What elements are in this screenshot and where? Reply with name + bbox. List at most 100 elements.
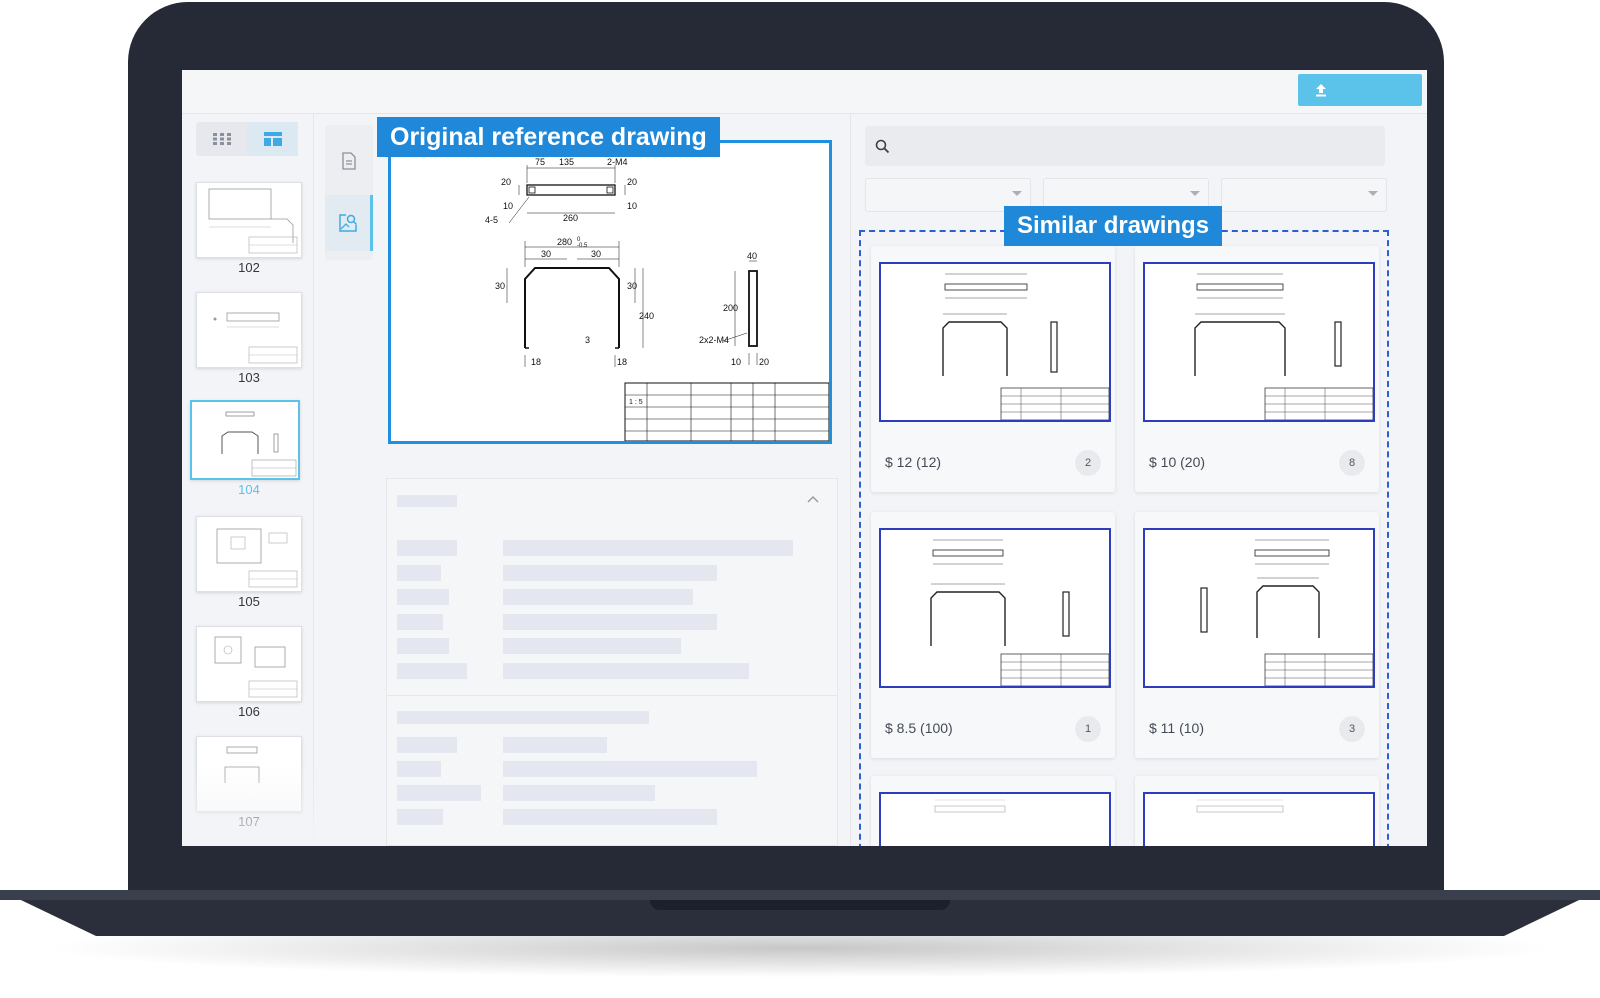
svg-text:10: 10 — [503, 201, 513, 211]
svg-text:40: 40 — [747, 251, 757, 261]
skeleton-bar — [397, 809, 443, 825]
page-thumbnails: 102 103 104 105 106 107 — [182, 114, 314, 846]
result-drawing — [879, 792, 1111, 846]
svg-text:30: 30 — [591, 249, 601, 259]
document-mode-button[interactable] — [325, 133, 373, 189]
search-input[interactable] — [898, 138, 1358, 154]
similar-results: $ 12 (12) 2 $ 10 (20) 8 $ 8.5 (100) 1 $ … — [859, 230, 1389, 846]
divider — [387, 695, 837, 696]
thumbnail-drawing — [221, 411, 297, 477]
skeleton-bar — [503, 785, 655, 801]
svg-text:20: 20 — [501, 177, 511, 187]
result-card[interactable]: $ 10 (20) 8 — [1135, 246, 1379, 492]
skeleton-bar — [503, 614, 717, 630]
skeleton-bar — [397, 761, 441, 777]
thumbnail-104[interactable] — [190, 400, 300, 480]
top-bar — [182, 70, 1427, 114]
thumbnail-106[interactable] — [196, 626, 302, 702]
thumbnail-105[interactable] — [196, 516, 302, 592]
result-count-badge: 1 — [1075, 716, 1101, 742]
image-search-mode-button[interactable] — [325, 195, 373, 251]
result-card[interactable]: $ 8.5 (100) 1 — [871, 512, 1115, 758]
result-price: $ 12 (12) — [885, 454, 942, 470]
svg-text:200: 200 — [723, 303, 738, 313]
skeleton-bar — [503, 761, 757, 777]
original-drawing-label: Original reference drawing — [377, 117, 720, 157]
skeleton-bar — [503, 638, 681, 654]
result-price: $ 8.5 (100) — [885, 720, 953, 736]
thumbnail-102[interactable] — [196, 182, 302, 258]
result-drawing — [879, 528, 1111, 688]
result-drawing — [1143, 262, 1375, 422]
skeleton-bar — [397, 565, 441, 581]
svg-text:260: 260 — [563, 213, 578, 223]
result-card[interactable] — [1135, 776, 1379, 846]
thumbnail-label: 106 — [238, 704, 260, 719]
svg-text:4-5: 4-5 — [485, 215, 498, 225]
chevron-up-icon[interactable] — [807, 495, 819, 503]
skeleton-bar — [397, 663, 467, 679]
skeleton-bar — [503, 663, 749, 679]
thumbnail-drawing — [213, 312, 298, 364]
result-card[interactable]: $ 12 (12) 2 — [871, 246, 1115, 492]
svg-text:10: 10 — [627, 201, 637, 211]
result-count-badge: 8 — [1339, 450, 1365, 476]
upload-icon — [1316, 84, 1326, 97]
result-card[interactable]: $ 11 (10) 3 — [1135, 512, 1379, 758]
skeleton-bar — [397, 540, 457, 556]
grid-view-button[interactable] — [196, 122, 247, 156]
result-price: $ 10 (20) — [1149, 454, 1206, 470]
result-card[interactable] — [871, 776, 1115, 846]
skeleton-bar — [397, 785, 481, 801]
grid-view-icon — [212, 133, 231, 145]
result-drawing — [1143, 792, 1375, 846]
thumbnail-drawing — [208, 188, 298, 254]
search-icon — [875, 139, 890, 153]
skeleton-bar — [397, 638, 449, 654]
skeleton-bar — [397, 711, 649, 724]
laptop-base-edge — [0, 890, 1600, 900]
svg-text:75: 75 — [535, 157, 545, 167]
chevron-down-icon — [1368, 191, 1378, 196]
drawing-details — [386, 478, 838, 846]
filter-dropdown-3[interactable] — [1221, 178, 1387, 212]
skeleton-bar — [503, 809, 717, 825]
app-screen: 102 103 104 105 106 107 75 135 2-M4 20 2… — [182, 70, 1427, 846]
thumbnail-drawing — [224, 746, 260, 783]
result-drawing — [879, 262, 1111, 422]
svg-text:135: 135 — [559, 157, 574, 167]
list-view-button[interactable] — [247, 122, 298, 156]
result-price: $ 11 (10) — [1149, 720, 1204, 736]
laptop-notch — [650, 900, 950, 910]
result-count-badge: 3 — [1339, 716, 1365, 742]
view-toggle — [196, 122, 298, 156]
skeleton-bar — [397, 737, 457, 753]
svg-text:-0.5: -0.5 — [577, 243, 588, 249]
search-bar — [865, 126, 1385, 166]
thumbnail-label: 103 — [238, 370, 260, 385]
svg-text:2x2-M4: 2x2-M4 — [699, 335, 729, 345]
svg-text:280: 280 — [557, 237, 572, 247]
skeleton-bar — [397, 614, 443, 630]
svg-text:18: 18 — [531, 357, 541, 367]
thumbnail-107[interactable] — [196, 736, 302, 812]
mode-switcher — [325, 125, 373, 260]
svg-text:20: 20 — [627, 177, 637, 187]
chevron-down-icon — [1190, 191, 1200, 196]
thumbnail-label: 104 — [238, 482, 260, 497]
svg-text:18: 18 — [617, 357, 627, 367]
skeleton-bar — [503, 565, 717, 581]
thumbnail-103[interactable] — [196, 292, 302, 368]
similar-drawings-label: Similar drawings — [1004, 206, 1223, 246]
thumbnail-drawing — [216, 528, 298, 588]
list-view-icon — [263, 132, 282, 146]
result-count-badge: 2 — [1075, 450, 1101, 476]
reference-drawing: 75 135 2-M4 20 20 10 10 4-5 260 280 0 -0… — [388, 140, 832, 444]
reference-drawing-canvas: 75 135 2-M4 20 20 10 10 4-5 260 280 0 -0… — [485, 157, 830, 442]
svg-text:240: 240 — [639, 311, 654, 321]
svg-text:30: 30 — [627, 281, 637, 291]
thumbnail-drawing — [214, 636, 298, 698]
upload-button[interactable] — [1298, 74, 1422, 106]
skeleton-bar — [503, 589, 693, 605]
skeleton-bar — [397, 495, 457, 507]
